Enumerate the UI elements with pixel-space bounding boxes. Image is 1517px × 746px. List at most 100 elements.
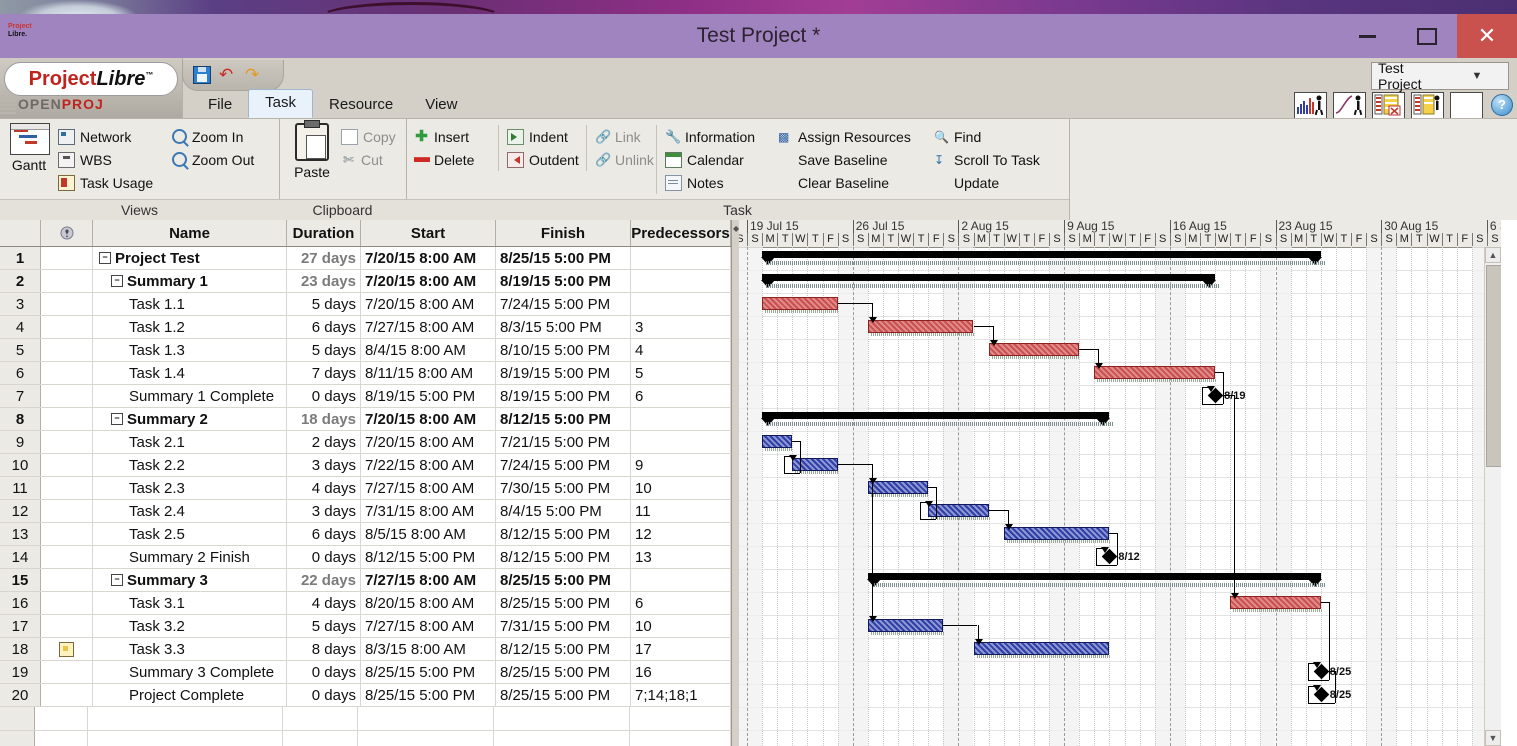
clear-resource-table-button[interactable] [1372, 92, 1405, 119]
cell-predecessors[interactable]: 13 [631, 546, 731, 568]
cell-indicator[interactable] [41, 546, 93, 568]
cell-predecessors[interactable]: 10 [631, 477, 731, 499]
cell-indicator[interactable] [41, 293, 93, 315]
cell-predecessors[interactable]: 12 [631, 523, 731, 545]
column-header-duration[interactable]: Duration [287, 220, 361, 246]
cell-predecessors[interactable] [631, 270, 731, 292]
blank-view-button[interactable] [1450, 92, 1483, 119]
cell-duration[interactable]: 0 days [287, 385, 361, 407]
cell-start[interactable]: 7/22/15 8:00 AM [361, 454, 496, 476]
cell-indicator[interactable] [41, 638, 93, 660]
cell-duration[interactable]: 0 days [287, 546, 361, 568]
cell-name[interactable]: Task 2.1 [93, 431, 287, 453]
cell-indicator[interactable] [41, 385, 93, 407]
cell-duration[interactable]: 0 days [287, 684, 361, 706]
cell-predecessors[interactable]: 7;14;18;1 [631, 684, 731, 706]
cell-start[interactable]: 8/20/15 8:00 AM [361, 592, 496, 614]
column-header-predecessors[interactable]: Predecessors [631, 220, 731, 246]
row-expand-toggle[interactable]: − [111, 275, 123, 287]
tab-file[interactable]: File [192, 92, 248, 118]
cell-duration[interactable]: 3 days [287, 454, 361, 476]
scroll-down-button[interactable]: ▼ [1485, 730, 1501, 746]
table-row[interactable]: 1− Project Test 27 days 7/20/15 8:00 AM 8/25… [0, 247, 731, 270]
gantt-vertical-scrollbar[interactable]: ▲ ▼ [1484, 247, 1501, 746]
cell-name[interactable]: Task 3.3 [93, 638, 287, 660]
cell-start[interactable]: 7/20/15 8:00 AM [361, 408, 496, 430]
outdent-button[interactable]: Outdent [507, 148, 579, 171]
table-row[interactable]: 6 Task 1.4 7 days 8/11/15 8:00 AM 8/19/15 5:… [0, 362, 731, 385]
cell-start[interactable]: 8/25/15 5:00 PM [361, 684, 496, 706]
cell-indicator[interactable] [41, 500, 93, 522]
table-empty-row[interactable] [0, 731, 731, 746]
column-header-indicator[interactable] [41, 220, 93, 246]
unlink-button[interactable]: 🔗 Unlink [595, 148, 654, 171]
cell-indicator[interactable] [41, 454, 93, 476]
scroll-to-task-button[interactable]: ↧ Scroll To Task [934, 148, 1040, 171]
cell-predecessors[interactable]: 11 [631, 500, 731, 522]
cell-finish[interactable]: 8/4/15 5:00 PM [496, 500, 631, 522]
cell-start[interactable]: 7/20/15 8:00 AM [361, 247, 496, 269]
find-button[interactable]: 🔍 Find [934, 125, 1040, 148]
cell-predecessors[interactable] [631, 431, 731, 453]
gantt-timescale[interactable]: 19 Jul 15 26 Jul 15 2 Aug 15 9 Aug 15 16 Aug… [739, 220, 1501, 248]
cell-start[interactable]: 7/27/15 8:00 AM [361, 569, 496, 591]
column-header-start[interactable]: Start [361, 220, 496, 246]
cell-finish[interactable]: 8/19/15 5:00 PM [496, 385, 631, 407]
cell-duration[interactable]: 23 days [287, 270, 361, 292]
gantt-view-button[interactable]: Gantt [10, 123, 50, 173]
views-wbs-button[interactable]: WBS [58, 148, 153, 171]
cell-duration[interactable]: 22 days [287, 569, 361, 591]
cell-duration[interactable]: 0 days [287, 661, 361, 683]
cell-start[interactable]: 8/3/15 8:00 AM [361, 638, 496, 660]
cell-duration[interactable]: 3 days [287, 500, 361, 522]
cell-finish[interactable]: 7/21/15 5:00 PM [496, 431, 631, 453]
help-icon[interactable]: ? [1491, 94, 1513, 116]
clear-baseline-button[interactable]: Clear Baseline [778, 171, 911, 194]
scrollbar-thumb[interactable] [1486, 265, 1501, 467]
cell-indicator[interactable] [41, 684, 93, 706]
histogram-report-button[interactable] [1294, 92, 1327, 119]
cell-finish[interactable]: 8/25/15 5:00 PM [496, 247, 631, 269]
cell-predecessors[interactable]: 16 [631, 661, 731, 683]
cell-finish[interactable]: 8/10/15 5:00 PM [496, 339, 631, 361]
table-row[interactable]: 15− Summary 3 22 days 7/27/15 8:00 AM 8/25/1… [0, 569, 731, 592]
save-baseline-button[interactable]: Save Baseline [778, 148, 911, 171]
views-task-usage-button[interactable]: Task Usage [58, 171, 153, 194]
table-row[interactable]: 11 Task 2.3 4 days 7/27/15 8:00 AM 7/30/15 5… [0, 477, 731, 500]
cell-finish[interactable]: 8/3/15 5:00 PM [496, 316, 631, 338]
cell-indicator[interactable] [41, 569, 93, 591]
cell-name[interactable]: Task 1.2 [93, 316, 287, 338]
cell-duration[interactable]: 6 days [287, 316, 361, 338]
table-row[interactable]: 8− Summary 2 18 days 7/20/15 8:00 AM 8/12/15… [0, 408, 731, 431]
cell-predecessors[interactable]: 6 [631, 385, 731, 407]
cell-finish[interactable]: 8/12/15 5:00 PM [496, 546, 631, 568]
cell-finish[interactable]: 8/25/15 5:00 PM [496, 569, 631, 591]
zoom-out-button[interactable]: Zoom Out [172, 148, 254, 171]
task-information-button[interactable]: 🔧 Information [665, 125, 755, 148]
cell-finish[interactable]: 8/12/15 5:00 PM [496, 523, 631, 545]
table-row[interactable]: 20 Project Complete 0 days 8/25/15 5:00 PM 8… [0, 684, 731, 707]
cut-button[interactable]: ✄ Cut [341, 148, 396, 171]
undo-icon[interactable]: ↶ [219, 66, 237, 83]
cell-finish[interactable]: 8/12/15 5:00 PM [496, 638, 631, 660]
paste-button[interactable]: Paste [287, 120, 337, 183]
curve-report-button[interactable] [1333, 92, 1366, 119]
cell-predecessors[interactable]: 4 [631, 339, 731, 361]
cell-start[interactable]: 7/27/15 8:00 AM [361, 316, 496, 338]
cell-start[interactable]: 7/31/15 8:00 AM [361, 500, 496, 522]
table-row[interactable]: 3 Task 1.1 5 days 7/20/15 8:00 AM 7/24/15 5:… [0, 293, 731, 316]
cell-predecessors[interactable]: 6 [631, 592, 731, 614]
cell-name[interactable]: − Project Test [93, 247, 287, 269]
cell-start[interactable]: 8/5/15 8:00 AM [361, 523, 496, 545]
cell-finish[interactable]: 8/12/15 5:00 PM [496, 408, 631, 430]
task-notes-button[interactable]: Notes [665, 171, 755, 194]
cell-name[interactable]: Summary 2 Finish [93, 546, 287, 568]
cell-name[interactable]: − Summary 3 [93, 569, 287, 591]
minimize-button[interactable] [1337, 14, 1397, 58]
table-row[interactable]: 16 Task 3.1 4 days 8/20/15 8:00 AM 8/25/15 5… [0, 592, 731, 615]
cell-finish[interactable]: 7/24/15 5:00 PM [496, 293, 631, 315]
cell-finish[interactable]: 8/25/15 5:00 PM [496, 661, 631, 683]
column-header-id[interactable] [0, 220, 41, 246]
cell-predecessors[interactable]: 3 [631, 316, 731, 338]
table-row[interactable]: 5 Task 1.3 5 days 8/4/15 8:00 AM 8/10/15 5:0… [0, 339, 731, 362]
